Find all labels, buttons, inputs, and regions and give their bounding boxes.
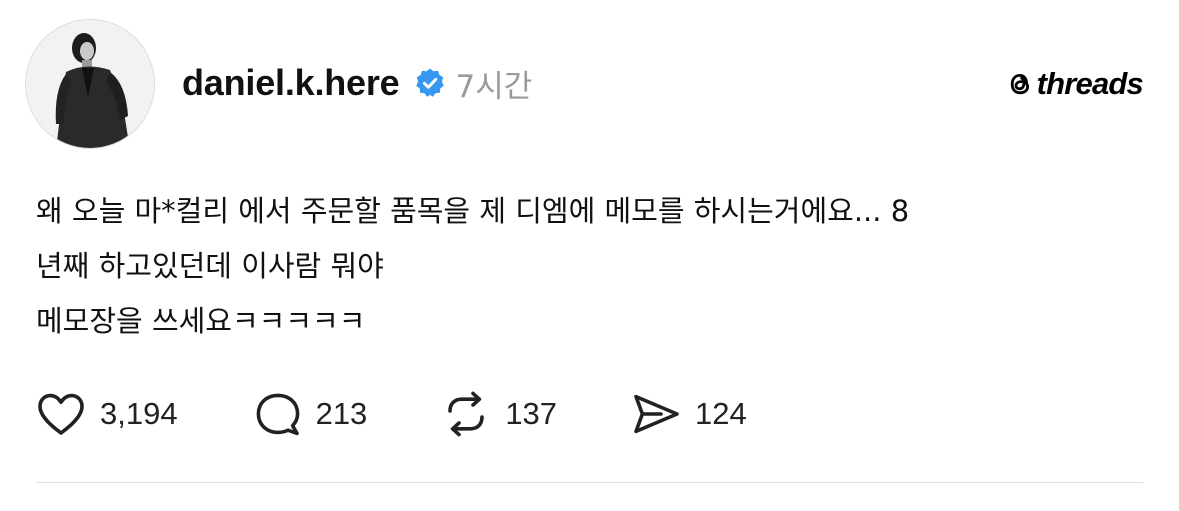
post-body: 왜 오늘 마*컬리 에서 주문할 품목을 제 디엠에 메모를 하시는거에요...… [36,184,1144,349]
avatar-photo [26,20,154,148]
post-text-line-3: 메모장을 쓰세요ㅋㅋㅋㅋㅋ [36,304,366,338]
like-count: 3,194 [100,396,178,431]
post-text-line-2: 년째 하고있던데 이사람 뭐야 [36,249,384,283]
share-count: 124 [695,396,747,431]
post-divider [36,482,1143,483]
share-button[interactable]: 124 [631,392,747,436]
reply-button[interactable]: 213 [254,391,368,437]
speech-bubble-icon [254,391,302,437]
like-button[interactable]: 3,194 [36,392,178,436]
verified-badge-icon [414,67,446,99]
threads-logo-icon [1005,69,1035,99]
reply-count: 213 [315,396,368,431]
post-header: daniel.k.here 7시간 [182,58,532,108]
avatar[interactable] [25,19,155,149]
post-actions: 3,194 213 137 124 [36,386,747,442]
repost-arrows-icon [441,389,491,439]
repost-count: 137 [505,396,558,431]
post-text-line-1: 왜 오늘 마*컬리 에서 주문할 품목을 제 디엠에 메모를 하시는거에요...… [36,194,910,228]
heart-icon [36,392,86,436]
threads-brand: threads [1005,66,1144,102]
post-timestamp[interactable]: 7시간 [456,61,533,106]
username[interactable]: daniel.k.here [182,62,400,104]
threads-wordmark: threads [1036,66,1144,101]
paper-plane-icon [631,392,681,436]
repost-button[interactable]: 137 [441,389,557,439]
